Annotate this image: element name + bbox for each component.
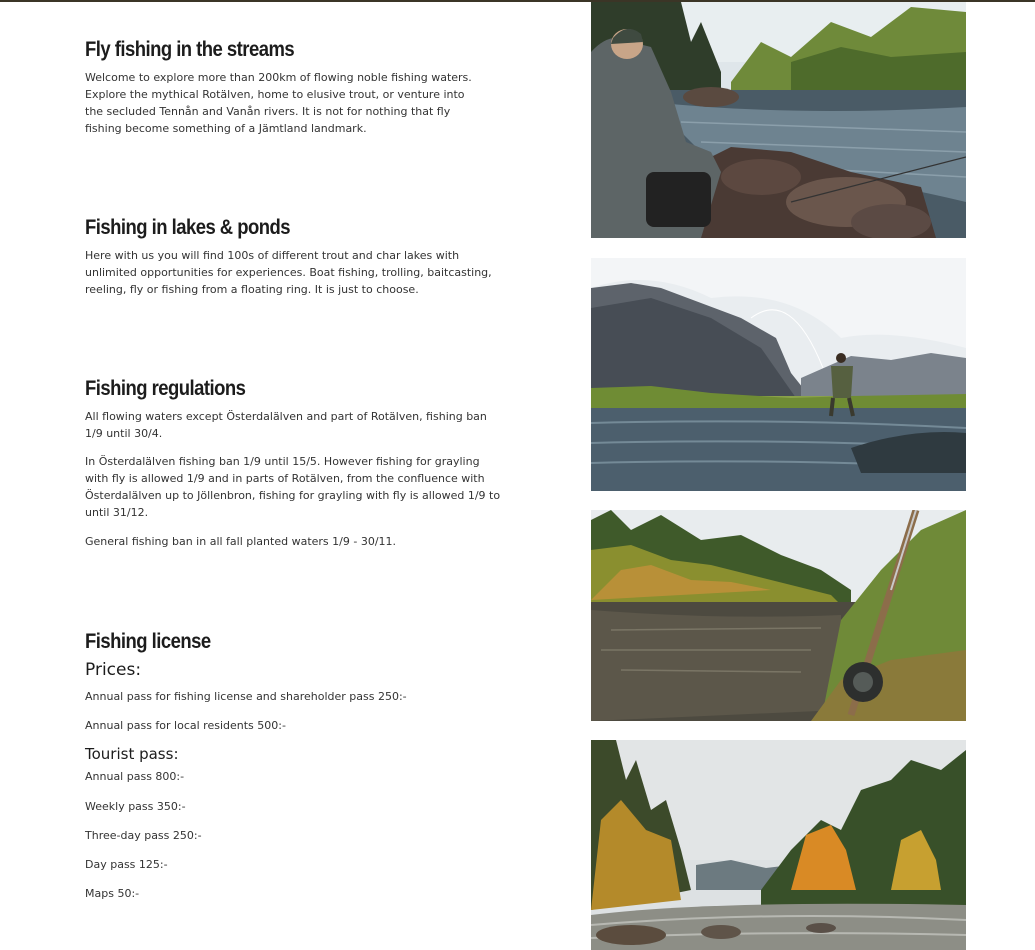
price-annual-shareholder: Annual pass for fishing license and shar… [85, 690, 407, 703]
prices-heading: Prices: [85, 660, 142, 680]
lakes-heading: Fishing in lakes & ponds [85, 216, 291, 239]
streams-text: Welcome to explore more than 200km of fl… [85, 71, 472, 135]
tourist-price-three-day: Three-day pass 250:- [85, 829, 202, 842]
regulations-text-1: All flowing waters except Österdalälven … [85, 410, 487, 440]
autumn-river-photo [591, 740, 966, 950]
tourist-price-day: Day pass 125:- [85, 858, 168, 871]
tourist-pass-heading: Tourist pass: [85, 745, 179, 763]
stream-angler-photo [591, 2, 966, 238]
river-mountain-angler-photo [591, 258, 966, 491]
regulations-heading: Fishing regulations [85, 377, 246, 400]
rod-reel-lakeside-photo [591, 510, 966, 721]
streams-heading: Fly fishing in the streams [85, 38, 295, 61]
lakes-text: Here with us you will find 100s of diffe… [85, 249, 492, 296]
tourist-price-annual: Annual pass 800:- [85, 770, 185, 783]
tourist-price-weekly: Weekly pass 350:- [85, 800, 186, 813]
license-heading: Fishing license [85, 630, 211, 653]
price-annual-local: Annual pass for local residents 500:- [85, 719, 286, 732]
regulations-text-3: General fishing ban in all fall planted … [85, 535, 397, 548]
tourist-price-maps: Maps 50:- [85, 887, 140, 900]
regulations-text-2: In Österdalälven fishing ban 1/9 until 1… [85, 455, 501, 519]
